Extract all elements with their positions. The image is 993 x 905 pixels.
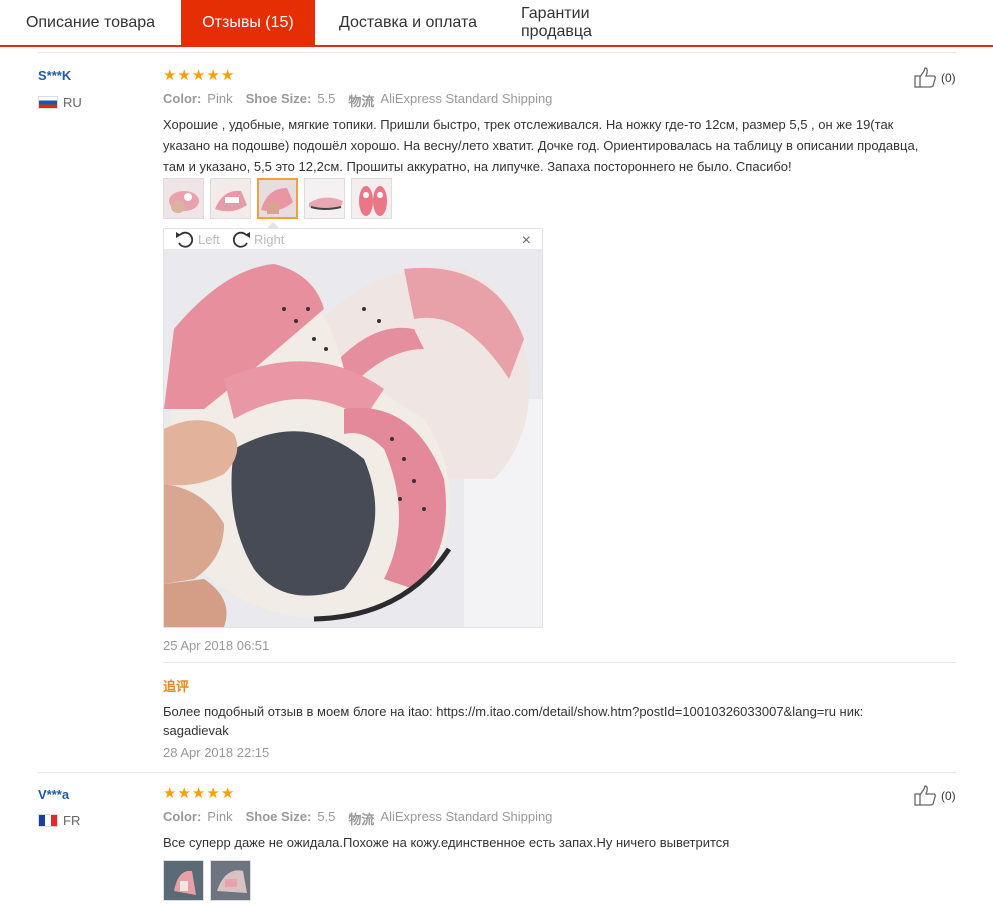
color-value: Pink [207,809,233,824]
rotate-left-icon [176,231,194,248]
divider [38,52,956,53]
helpful-button[interactable]: (0) [914,785,956,807]
order-attributes: Color: Pink Shoe Size: 5.5 物流 AliExpress… [163,91,559,110]
size-value: 5.5 [317,91,336,106]
flag-icon [38,814,58,827]
photo-thumbnail[interactable] [304,178,345,219]
photo-thumbnails [163,860,251,901]
review-photo [164,249,542,627]
rotate-left-button[interactable]: Left [174,230,220,248]
shipping-label: 物流 [348,94,375,109]
photo-thumbnails [163,178,392,219]
reviewer-name[interactable]: V***a [38,787,69,802]
thumbs-up-icon [914,67,936,88]
rating-stars: ★ ★ ★ ★ ★ [163,786,234,801]
reviewer-name[interactable]: S***K [38,68,71,83]
star-icon: ★ [191,67,206,84]
review-text: Хорошие , удобные, мягкие топики. Пришли… [163,117,919,174]
close-icon[interactable]: × [522,232,531,250]
photo-thumbnail[interactable] [163,860,204,901]
color-label: Color: [163,91,202,106]
rating-stars: ★ ★ ★ ★ ★ [163,68,234,83]
country-code: RU [63,95,82,110]
helpful-count: (0) [941,789,956,803]
helpful-button[interactable]: (0) [914,67,956,89]
tab-shipping[interactable]: Доставка и оплата [315,0,501,45]
star-icon: ★ [177,67,191,84]
review-date: 25 Apr 2018 06:51 [163,638,270,653]
shipping-label: 物流 [348,812,375,827]
viewer-pointer [266,222,280,229]
tab-description[interactable]: Описание товара [0,0,181,45]
rotate-right-label: Right [254,231,285,247]
photo-thumbnail[interactable] [351,178,392,219]
reviewer-country: FR [38,813,80,828]
star-icon: ★ [163,785,177,802]
country-code: FR [63,813,81,828]
flag-icon [38,96,58,109]
color-value: Pink [207,91,233,106]
order-attributes: Color: Pink Shoe Size: 5.5 物流 AliExpress… [163,809,559,828]
star-icon: ★ [220,67,235,84]
size-label: Shoe Size: [245,809,312,824]
star-icon: ★ [163,67,177,84]
size-label: Shoe Size: [245,91,312,106]
star-icon: ★ [206,67,220,84]
photo-thumbnail[interactable] [210,178,251,219]
photo-viewer: Left Right × [163,222,543,628]
photo-thumbnail[interactable] [163,178,204,219]
tab-guarantees[interactable]: Гарантии продавца [501,0,676,45]
rotate-left-label: Left [198,231,220,247]
reviewer-country: RU [38,95,82,110]
review-text: Все суперр даже не ожидала.Похоже на кож… [163,835,730,850]
photo-thumbnail-selected[interactable] [257,178,298,219]
rotate-right-button[interactable]: Right [230,230,284,248]
star-icon: ★ [220,785,235,802]
followup-label: 追评 [163,679,190,694]
rotate-right-icon [232,231,250,248]
tab-bar: Описание товара Отзывы (15) Доставка и о… [0,0,993,47]
followup-text: Более подобный отзыв в моем блоге на ita… [163,704,864,738]
star-icon: ★ [177,785,191,802]
thumbs-up-icon [914,785,936,806]
star-icon: ★ [191,785,206,802]
review-separator [38,772,956,773]
followup-date: 28 Apr 2018 22:15 [163,745,270,760]
helpful-count: (0) [941,71,956,85]
shipping-value: AliExpress Standard Shipping [380,91,553,106]
divider [163,662,956,663]
size-value: 5.5 [317,809,336,824]
star-icon: ★ [206,785,220,802]
photo-thumbnail[interactable] [210,860,251,901]
viewer-toolbar: Left Right × [164,229,542,249]
shipping-value: AliExpress Standard Shipping [380,809,553,824]
color-label: Color: [163,809,202,824]
tab-reviews[interactable]: Отзывы (15) [181,0,315,45]
